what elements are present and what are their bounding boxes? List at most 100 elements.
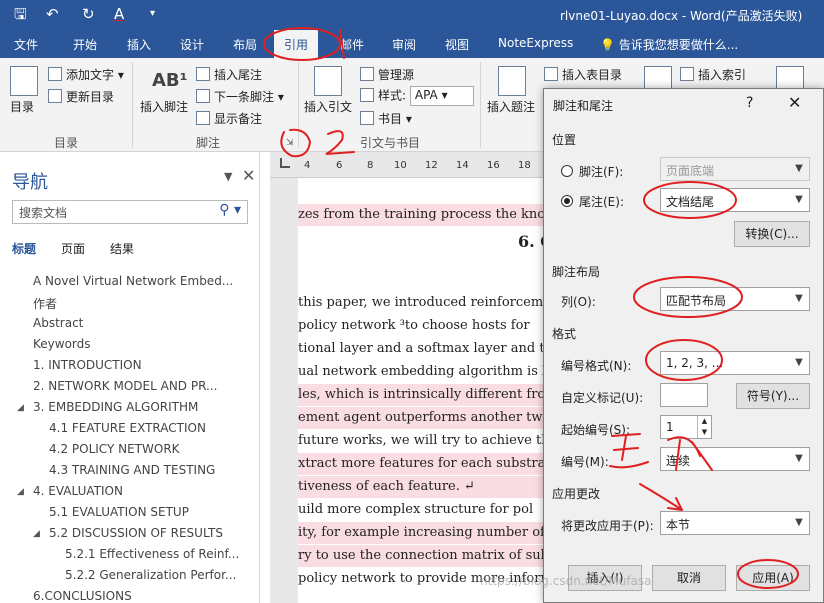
font-color-icon[interactable]: A — [114, 4, 124, 24]
nav-heading-item[interactable]: 1. INTRODUCTION — [33, 358, 142, 372]
manage-sources-button[interactable]: 管理源 — [360, 66, 414, 83]
nav-heading-item[interactable]: 5.2.1 Effectiveness of Reinf... — [65, 547, 239, 561]
nav-heading-item[interactable]: 4.2 POLICY NETWORK — [49, 442, 180, 456]
nav-tab-headings[interactable]: 标题 — [12, 240, 36, 257]
insert-index-label: 插入索引 — [698, 68, 747, 82]
update-toc-label: 更新目录 — [66, 90, 115, 104]
toc-button[interactable]: 目录 — [10, 98, 34, 115]
ruler-number: 4 — [304, 160, 311, 171]
search-icon[interactable]: ⚲ ▾ — [219, 202, 241, 218]
insert-index-button[interactable]: 插入索引 — [680, 66, 746, 83]
redo-icon[interactable]: ↻ — [82, 4, 95, 24]
tab-references[interactable]: 引用 — [274, 30, 319, 58]
insert-table-of-figures-button[interactable]: 插入表目录 — [544, 66, 622, 83]
tab-noteexpress[interactable]: NoteExpress — [498, 36, 573, 50]
tab-view[interactable]: 视图 — [445, 36, 469, 53]
nav-options-icon[interactable]: ▼ — [224, 170, 232, 183]
nav-heading-item[interactable]: 4. EVALUATION — [33, 484, 123, 498]
tell-me-box[interactable]: 💡 告诉我您想要做什么... — [600, 36, 738, 53]
endnote-label: 尾注(E): — [579, 195, 624, 209]
columns-select[interactable]: 匹配节布局 ▼ — [660, 287, 810, 311]
convert-button[interactable]: 转换(C)... — [734, 221, 810, 247]
tab-insert[interactable]: 插入 — [127, 36, 151, 53]
footnote-endnote-dialog: 脚注和尾注 ? ✕ 位置 脚注(F): 页面底端 ▼ 尾注(E): 文档结尾 ▼… — [543, 88, 824, 603]
tab-selector-icon[interactable] — [280, 158, 290, 168]
nav-heading-item[interactable]: 2. NETWORK MODEL AND PR... — [33, 379, 217, 393]
customize-toolbar-icon[interactable]: ▾ — [150, 4, 155, 24]
tab-mailings[interactable]: 邮件 — [340, 36, 364, 53]
number-format-select[interactable]: 1, 2, 3, ... ▼ — [660, 351, 810, 375]
add-text-icon — [48, 67, 62, 81]
nav-tab-pages[interactable]: 页面 — [61, 240, 85, 257]
symbol-button[interactable]: 符号(Y)... — [736, 383, 810, 409]
title-bar: 🖫 ↶ ↻ A ▾ rlvne01-Luyao.docx - Word(产品激活… — [0, 0, 824, 30]
custom-mark-input[interactable] — [660, 383, 708, 407]
insert-citation-icon[interactable] — [314, 66, 342, 96]
nav-close-icon[interactable]: ✕ — [242, 166, 255, 185]
add-text-label: 添加文字 — [66, 68, 115, 82]
footnote-radio[interactable] — [561, 165, 573, 177]
insert-citation-button[interactable]: 插入引文 — [304, 98, 352, 115]
nav-tab-results[interactable]: 结果 — [110, 240, 134, 257]
endnote-location-select[interactable]: 文档结尾 ▼ — [660, 188, 810, 212]
bibliography-button[interactable]: 书目 ▾ — [360, 110, 412, 127]
nav-search-placeholder: 搜索文档 — [19, 206, 68, 220]
dialog-title: 脚注和尾注 — [553, 99, 614, 113]
nav-heading-item[interactable]: 作者 — [33, 295, 57, 312]
start-at-spinner[interactable]: 1 ▲ ▼ — [660, 415, 712, 439]
undo-icon[interactable]: ↶ — [46, 4, 59, 24]
ruler-number: 18 — [518, 160, 531, 171]
nav-heading-item[interactable]: Keywords — [33, 337, 91, 351]
tab-layout[interactable]: 布局 — [233, 36, 257, 53]
nav-heading-item[interactable]: Abstract — [33, 316, 83, 330]
next-footnote-button[interactable]: 下一条脚注 ▾ — [196, 88, 284, 105]
tab-design[interactable]: 设计 — [180, 36, 204, 53]
insert-footnote-button[interactable]: 插入脚注 — [140, 98, 188, 115]
nav-heading-item[interactable]: 5.1 EVALUATION SETUP — [49, 505, 189, 519]
style-selector[interactable]: 样式: APA ▾ — [360, 86, 474, 106]
insert-endnote-button[interactable]: 插入尾注 — [196, 66, 262, 83]
section-apply-changes: 应用更改 — [552, 487, 601, 501]
endnote-radio[interactable] — [561, 195, 573, 207]
nav-heading-item[interactable]: 5.2.2 Generalization Perfor... — [65, 568, 236, 582]
tab-review[interactable]: 审阅 — [392, 36, 416, 53]
show-notes-button[interactable]: 显示备注 — [196, 110, 262, 127]
nav-heading-item[interactable]: 4.1 FEATURE EXTRACTION — [49, 421, 206, 435]
nav-heading-item[interactable]: A Novel Virtual Network Embed... — [33, 274, 233, 288]
spinner-arrows-icon[interactable]: ▲ ▼ — [697, 416, 711, 438]
update-toc-button[interactable]: 更新目录 — [48, 88, 114, 105]
apply-button[interactable]: 应用(A) — [736, 565, 810, 591]
help-button[interactable]: ? — [746, 95, 753, 111]
style-value: APA — [414, 88, 438, 102]
insert-caption-button[interactable]: 插入题注 — [487, 98, 535, 115]
collapse-arrow-icon[interactable]: ◢ — [17, 487, 24, 497]
insert-caption-icon[interactable] — [498, 66, 526, 96]
cancel-button[interactable]: 取消 — [652, 565, 726, 591]
tab-file[interactable]: 文件 — [14, 36, 38, 53]
numbering-value: 连续 — [666, 454, 691, 468]
table-of-figures-icon — [544, 67, 558, 81]
save-icon[interactable]: 🖫 — [14, 4, 27, 24]
nav-heading-item[interactable]: 4.3 TRAINING AND TESTING — [49, 463, 215, 477]
apply-to-select[interactable]: 本节 ▼ — [660, 511, 810, 535]
nav-heading-item[interactable]: 5.2 DISCUSSION OF RESULTS — [49, 526, 223, 540]
close-icon[interactable]: ✕ — [788, 93, 801, 112]
style-label: 样式: — [378, 88, 407, 103]
collapse-arrow-icon[interactable]: ◢ — [33, 529, 40, 539]
chevron-down-icon: ▼ — [795, 194, 803, 205]
nav-heading-item[interactable]: 3. EMBEDDING ALGORITHM — [33, 400, 198, 414]
nav-heading-item[interactable]: 6.CONCLUSIONS — [33, 589, 132, 603]
ruler-number: 14 — [456, 160, 469, 171]
group-label-toc: 目录 — [54, 136, 79, 150]
footnote-location-select[interactable]: 页面底端 ▼ — [660, 157, 810, 181]
collapse-arrow-icon[interactable]: ◢ — [17, 403, 24, 413]
style-dropdown[interactable]: APA ▾ — [409, 86, 474, 106]
nav-search-input[interactable]: 搜索文档 ⚲ ▾ — [12, 200, 248, 224]
numbering-select[interactable]: 连续 ▼ — [660, 447, 810, 471]
footnote-dialog-launcher-icon[interactable]: ⇲ — [286, 138, 294, 148]
toc-icon[interactable] — [10, 66, 38, 96]
add-text-button[interactable]: 添加文字 ▾ — [48, 66, 124, 83]
section-footnote-layout: 脚注布局 — [552, 265, 601, 279]
insert-footnote-icon[interactable]: AB¹ — [152, 70, 188, 91]
tab-home[interactable]: 开始 — [73, 36, 97, 53]
